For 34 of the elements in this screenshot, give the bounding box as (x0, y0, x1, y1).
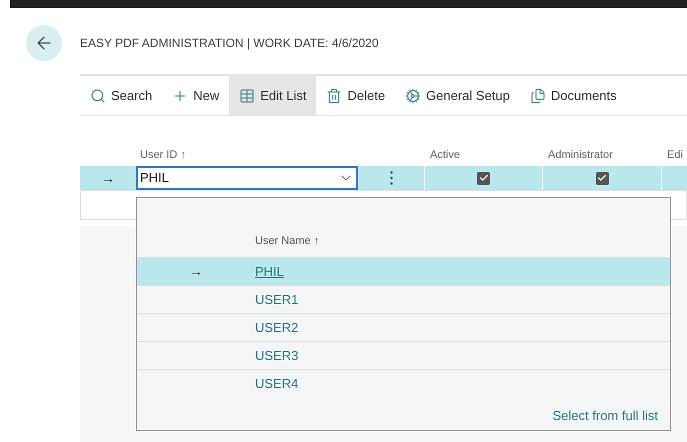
full-list-link[interactable]: Select from full list (552, 406, 658, 425)
column-header[interactable]: User Name ↑ (255, 233, 670, 257)
checkbox[interactable] (596, 172, 608, 184)
back-button[interactable] (26, 25, 62, 61)
row-marker: → (188, 262, 204, 281)
more-options-icon[interactable] (390, 171, 392, 185)
user-name-link[interactable]: USER2 (255, 318, 298, 338)
lookup-row[interactable]: USER3 (137, 341, 670, 369)
toolbar-button[interactable]: Search (80, 76, 162, 115)
trash-icon (326, 88, 342, 104)
user-name-link[interactable]: PHIL (255, 262, 284, 282)
lookup-row[interactable]: USER2 (137, 313, 670, 341)
lookup-row[interactable]: → PHIL (137, 257, 670, 285)
column-header[interactable]: Administrator (548, 146, 667, 164)
column-header[interactable]: User ID ↑ (140, 146, 430, 164)
toolbar-button[interactable]: New (162, 76, 230, 115)
toolbar-button[interactable]: General Setup (395, 76, 520, 115)
toolbar-button[interactable]: Documents (520, 76, 627, 115)
user-name-link[interactable]: USER3 (255, 346, 298, 366)
checkbox[interactable] (477, 172, 490, 184)
user-id-field[interactable]: PHIL (136, 166, 358, 190)
row-marker: → (100, 168, 116, 188)
toolbar-button[interactable]: Edit List (229, 76, 316, 115)
lookup-row[interactable]: USER1 (137, 285, 670, 313)
page-title: EASY PDF ADMINISTRATION | WORK DATE: 4/6/2020 (80, 35, 379, 52)
user-name-link[interactable]: USER1 (255, 290, 298, 310)
table-edit-icon (239, 88, 256, 104)
documents-icon (530, 88, 546, 104)
lookup-row[interactable]: USER4 (137, 369, 670, 397)
column-header[interactable]: Active (430, 146, 548, 164)
column-header[interactable]: Edi (667, 146, 683, 164)
search-icon (90, 88, 106, 104)
toolbar-button[interactable]: Delete (316, 76, 396, 115)
user-name-link[interactable]: USER4 (255, 374, 298, 394)
